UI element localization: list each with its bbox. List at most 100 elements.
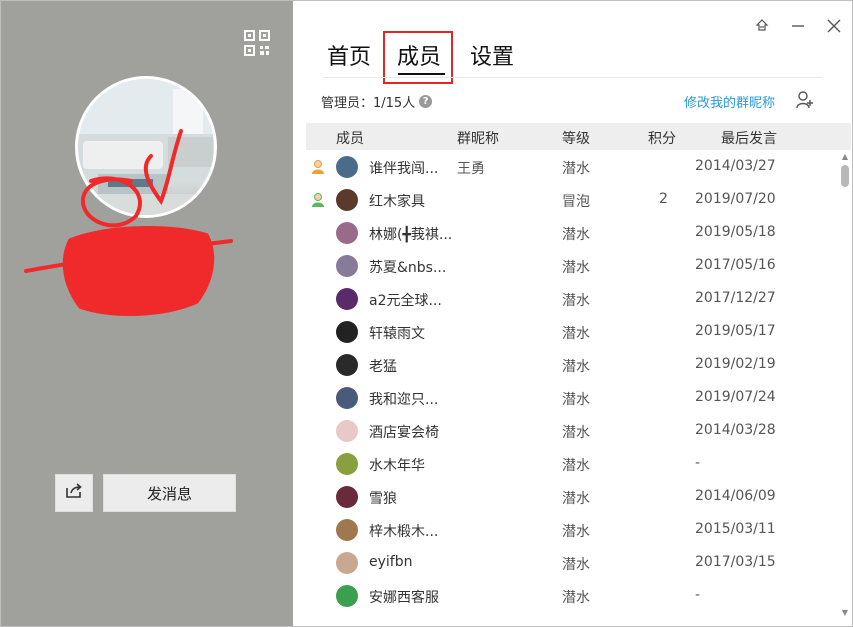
member-last-post: 2017/03/15 — [695, 554, 776, 570]
help-icon[interactable]: ? — [419, 95, 433, 108]
member-last-post: 2019/05/18 — [695, 224, 776, 240]
member-name[interactable]: a2元全球... — [369, 290, 442, 310]
member-name[interactable]: 水木年华 — [369, 455, 425, 475]
member-name[interactable]: eyifbn — [369, 554, 412, 570]
member-last-post: 2014/06/09 — [695, 488, 776, 504]
member-name[interactable]: 酒店宴会椅 — [369, 422, 439, 442]
tab-home[interactable]: 首页 — [327, 39, 371, 71]
member-avatar[interactable] — [336, 585, 358, 607]
role-placeholder — [311, 456, 325, 472]
member-last-post: 2019/02/19 — [695, 356, 776, 372]
member-level: 潜水 — [562, 392, 590, 408]
group-window: 发消息 首页 成员 设置 管理员：1/15人 ? 修改我的群昵称 成员 群昵称 … — [0, 0, 853, 627]
member-avatar[interactable] — [336, 387, 358, 409]
member-avatar[interactable] — [336, 222, 358, 244]
member-avatar[interactable] — [336, 354, 358, 376]
member-row[interactable]: 雪狼 潜水 2014/06/09 — [306, 481, 836, 514]
share-button[interactable] — [55, 474, 93, 512]
admin-count-label: 管理员：1/15人 — [321, 96, 416, 111]
member-row[interactable]: 红木家具 冒泡 2 2019/07/20 — [306, 184, 836, 217]
member-avatar[interactable] — [336, 486, 358, 508]
member-row[interactable]: 梓木椴木... 潜水 2015/03/11 — [306, 514, 836, 547]
scroll-down-icon[interactable]: ▼ — [841, 609, 849, 617]
member-row[interactable]: 老猛 潜水 2019/02/19 — [306, 349, 836, 382]
member-level: 潜水 — [562, 326, 590, 342]
role-placeholder — [311, 555, 325, 571]
member-points: 2 — [659, 191, 668, 207]
member-name[interactable]: 林娜(╋莪褀... — [369, 224, 452, 244]
member-row[interactable]: 苏夏&nbs... 潜水 2017/05/16 — [306, 250, 836, 283]
role-placeholder — [311, 423, 325, 439]
member-avatar[interactable] — [336, 156, 358, 178]
scrollbar[interactable]: ▲ ▼ — [838, 151, 852, 621]
owner-icon — [311, 159, 325, 175]
group-profile-panel: 发消息 — [1, 1, 293, 626]
admin-count: 管理员：1/15人 ? — [321, 92, 433, 111]
role-placeholder — [311, 489, 325, 505]
member-name[interactable]: 轩辕雨文 — [369, 323, 425, 343]
admin-icon — [311, 192, 325, 208]
column-member[interactable]: 成员 — [336, 128, 364, 148]
member-avatar[interactable] — [336, 255, 358, 277]
member-last-post: 2019/07/24 — [695, 389, 776, 405]
role-placeholder — [311, 225, 325, 241]
scroll-up-icon[interactable]: ▲ — [841, 153, 849, 161]
member-name[interactable]: 谁伴我闯... — [369, 158, 438, 178]
tab-settings[interactable]: 设置 — [470, 39, 514, 71]
member-avatar[interactable] — [336, 288, 358, 310]
column-level[interactable]: 等级 — [562, 128, 590, 148]
send-message-button[interactable]: 发消息 — [103, 474, 236, 512]
close-icon[interactable] — [823, 15, 845, 37]
member-name[interactable]: 梓木椴木... — [369, 521, 438, 541]
member-last-post: - — [695, 455, 701, 471]
scroll-thumb[interactable] — [841, 165, 849, 187]
member-name[interactable]: 雪狼 — [369, 488, 397, 508]
member-row[interactable]: 轩辕雨文 潜水 2019/05/17 — [306, 316, 836, 349]
column-nickname[interactable]: 群昵称 — [457, 128, 499, 148]
member-row[interactable]: 林娜(╋莪褀... 潜水 2019/05/18 — [306, 217, 836, 250]
minimize-icon[interactable] — [787, 15, 809, 37]
member-avatar[interactable] — [336, 552, 358, 574]
member-avatar[interactable] — [336, 519, 358, 541]
member-last-post: 2017/05/16 — [695, 257, 776, 273]
member-row[interactable]: 安娜西客服 潜水 - — [306, 580, 836, 613]
member-row[interactable]: a2元全球... 潜水 2017/12/27 — [306, 283, 836, 316]
member-level: 潜水 — [562, 161, 590, 177]
member-last-post: - — [695, 587, 701, 603]
member-row[interactable]: 我和迩只... 潜水 2019/07/24 — [306, 382, 836, 415]
member-row[interactable]: 酒店宴会椅 潜水 2014/03/28 — [306, 415, 836, 448]
member-level: 冒泡 — [562, 194, 590, 210]
member-level: 潜水 — [562, 293, 590, 309]
member-avatar[interactable] — [336, 321, 358, 343]
group-detail-panel: 首页 成员 设置 管理员：1/15人 ? 修改我的群昵称 成员 群昵称 等级 积… — [293, 1, 852, 626]
edit-my-nickname-link[interactable]: 修改我的群昵称 — [684, 92, 775, 111]
member-table-header: 成员 群昵称 等级 积分 最后发言 — [306, 123, 851, 150]
member-name[interactable]: 安娜西客服 — [369, 587, 439, 607]
member-level: 潜水 — [562, 458, 590, 474]
role-placeholder — [311, 291, 325, 307]
role-placeholder — [311, 390, 325, 406]
member-level: 潜水 — [562, 491, 590, 507]
column-last-post[interactable]: 最后发言 — [721, 128, 777, 148]
member-avatar[interactable] — [336, 189, 358, 211]
member-level: 潜水 — [562, 524, 590, 540]
member-name[interactable]: 我和迩只... — [369, 389, 438, 409]
member-name[interactable]: 老猛 — [369, 356, 397, 376]
role-placeholder — [311, 588, 325, 604]
qr-code-icon[interactable] — [244, 30, 270, 56]
member-avatar[interactable] — [336, 420, 358, 442]
member-avatar[interactable] — [336, 453, 358, 475]
share-icon — [65, 483, 83, 503]
pin-icon[interactable] — [751, 15, 773, 37]
column-points[interactable]: 积分 — [648, 128, 676, 148]
member-last-post: 2019/07/20 — [695, 191, 776, 207]
member-name[interactable]: 苏夏&nbs... — [369, 257, 446, 277]
add-member-icon[interactable] — [796, 91, 814, 113]
member-row[interactable]: 水木年华 潜水 - — [306, 448, 836, 481]
member-row[interactable]: eyifbn 潜水 2017/03/15 — [306, 547, 836, 580]
member-last-post: 2015/03/11 — [695, 521, 776, 537]
divider — [323, 77, 823, 78]
member-level: 潜水 — [562, 260, 590, 276]
member-name[interactable]: 红木家具 — [369, 191, 425, 211]
member-row[interactable]: 谁伴我闯... 王勇 潜水 2014/03/27 — [306, 151, 836, 184]
